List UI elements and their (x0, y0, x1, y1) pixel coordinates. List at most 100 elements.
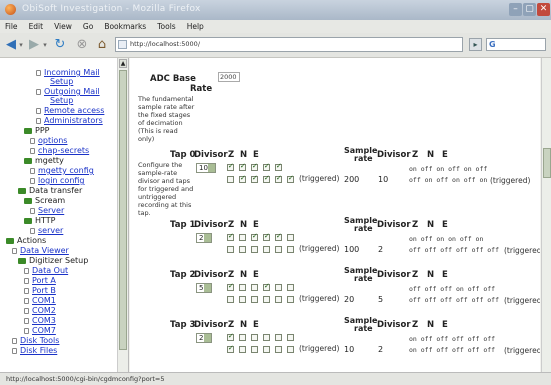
tap-checkbox[interactable] (251, 174, 258, 183)
divisor-select[interactable]: 2 (196, 333, 212, 343)
tap-checkbox[interactable] (251, 162, 258, 171)
sidebar-item[interactable]: Remote access (36, 106, 104, 115)
tap-checkbox[interactable] (227, 246, 234, 253)
tap-checkbox[interactable] (239, 246, 246, 253)
close-button[interactable]: ✕ (537, 3, 550, 16)
tap-checkbox[interactable] (239, 162, 246, 171)
sidebar-item-label[interactable]: COM7 (32, 326, 56, 335)
tap-checkbox[interactable] (287, 246, 294, 253)
sidebar-item-label[interactable]: COM2 (32, 306, 56, 315)
sidebar-item-label[interactable]: Incoming Mail (44, 68, 100, 77)
reload-icon[interactable]: ↻ (52, 37, 68, 53)
sidebar-item-label[interactable]: Setup (50, 77, 73, 86)
sidebar-scroll-thumb[interactable] (119, 70, 127, 350)
tap-checkbox[interactable] (287, 296, 294, 303)
sidebar-item[interactable]: Data Out (24, 266, 68, 275)
sidebar-scrollbar[interactable]: ▲ (117, 58, 128, 372)
tap-checkbox[interactable] (263, 334, 270, 341)
tap-checkbox[interactable] (251, 232, 258, 241)
sidebar-item[interactable]: Incoming Mail (36, 68, 100, 77)
sidebar-item-label[interactable]: chap-secrets (38, 146, 89, 155)
sidebar-item[interactable]: Setup (50, 96, 73, 105)
stop-icon[interactable]: ⊗ (74, 37, 90, 53)
sidebar-item[interactable]: Setup (50, 77, 73, 86)
tap-checkbox[interactable] (275, 334, 282, 341)
tap-checkbox[interactable] (287, 334, 294, 341)
tap-checkbox[interactable] (239, 334, 246, 341)
sidebar-item-label[interactable]: options (38, 136, 67, 145)
sidebar-item-label[interactable]: Port B (32, 286, 56, 295)
tap-checkbox[interactable] (275, 296, 282, 303)
tap-checkbox[interactable] (263, 162, 270, 171)
sidebar-item[interactable]: options (30, 136, 67, 145)
tap-checkbox[interactable] (275, 174, 282, 183)
sidebar-item[interactable]: COM7 (24, 326, 56, 335)
tap-checkbox[interactable] (227, 296, 234, 303)
sidebar-item-label[interactable]: Disk Tools (20, 336, 59, 345)
tap-checkbox[interactable] (251, 246, 258, 253)
tap-checkbox[interactable] (287, 284, 294, 291)
sidebar-item[interactable]: Port B (24, 286, 56, 295)
back-dropdown-icon[interactable]: ▾ (17, 37, 25, 53)
tap-checkbox[interactable] (227, 332, 234, 341)
tap-checkbox[interactable] (275, 246, 282, 253)
sidebar-item-label[interactable]: server (38, 226, 63, 235)
sidebar-item-label[interactable]: Port A (32, 276, 56, 285)
tap-checkbox[interactable] (251, 296, 258, 303)
tap-checkbox[interactable] (275, 232, 282, 241)
sidebar-item[interactable]: mgetty config (30, 166, 94, 175)
home-icon[interactable]: ⌂ (94, 37, 110, 53)
address-bar[interactable]: http://localhost:5000/ (115, 37, 463, 52)
scroll-up-icon[interactable]: ▲ (119, 59, 127, 68)
sidebar-item[interactable]: Port A (24, 276, 56, 285)
sidebar-item-label[interactable]: mgetty config (38, 166, 94, 175)
tap-checkbox[interactable] (263, 174, 270, 183)
tap-checkbox[interactable] (239, 174, 246, 183)
sidebar-item[interactable]: server (30, 226, 63, 235)
tap-checkbox[interactable] (239, 296, 246, 303)
sidebar-item-label[interactable]: login config (38, 176, 85, 185)
sidebar-item[interactable]: COM1 (24, 296, 56, 305)
tap-checkbox[interactable] (251, 334, 258, 341)
sidebar-item[interactable]: Disk Files (12, 346, 57, 355)
search-box[interactable]: G (486, 38, 546, 51)
tap-checkbox[interactable] (239, 346, 246, 353)
sidebar-item[interactable]: Disk Tools (12, 336, 59, 345)
menu-go[interactable]: Go (83, 20, 93, 33)
sidebar-item[interactable]: Administrators (36, 116, 103, 125)
menu-help[interactable]: Help (187, 20, 204, 33)
divisor-select[interactable]: 5 (196, 283, 212, 293)
divisor-select[interactable]: 2 (196, 233, 212, 243)
divisor-select[interactable]: 10 (196, 163, 216, 173)
sidebar-item-label[interactable]: COM3 (32, 316, 56, 325)
go-button[interactable]: ▸ (469, 38, 482, 51)
tap-checkbox[interactable] (263, 346, 270, 353)
adc-base-rate-field[interactable]: 2000 (218, 72, 240, 82)
sidebar-item-label[interactable]: COM1 (32, 296, 56, 305)
menu-view[interactable]: View (54, 20, 72, 33)
forward-dropdown-icon[interactable]: ▾ (41, 37, 49, 53)
tap-checkbox[interactable] (251, 284, 258, 291)
tap-checkbox[interactable] (275, 162, 282, 171)
sidebar-item-label[interactable]: Remote access (44, 106, 104, 115)
tap-checkbox[interactable] (287, 234, 294, 241)
menu-edit[interactable]: Edit (29, 20, 44, 33)
sidebar-item-label[interactable]: Administrators (44, 116, 103, 125)
tap-checkbox[interactable] (239, 284, 246, 291)
tap-checkbox[interactable] (227, 232, 234, 241)
tap-checkbox[interactable] (287, 346, 294, 353)
sidebar-item-label[interactable]: Setup (50, 96, 73, 105)
tap-checkbox[interactable] (227, 344, 234, 353)
sidebar-item[interactable]: COM3 (24, 316, 56, 325)
main-scrollbar[interactable] (541, 58, 551, 372)
sidebar-item[interactable]: Server (30, 206, 64, 215)
tap-checkbox[interactable] (251, 346, 258, 353)
tap-checkbox[interactable] (239, 234, 246, 241)
sidebar-item-label[interactable]: Server (38, 206, 64, 215)
tap-checkbox[interactable] (263, 282, 270, 291)
main-scroll-thumb[interactable] (543, 148, 551, 178)
maximize-button[interactable]: ▢ (523, 3, 536, 16)
tap-checkbox[interactable] (227, 282, 234, 291)
tap-checkbox[interactable] (275, 284, 282, 291)
forward-arrow-icon[interactable]: ▶ (26, 37, 42, 53)
